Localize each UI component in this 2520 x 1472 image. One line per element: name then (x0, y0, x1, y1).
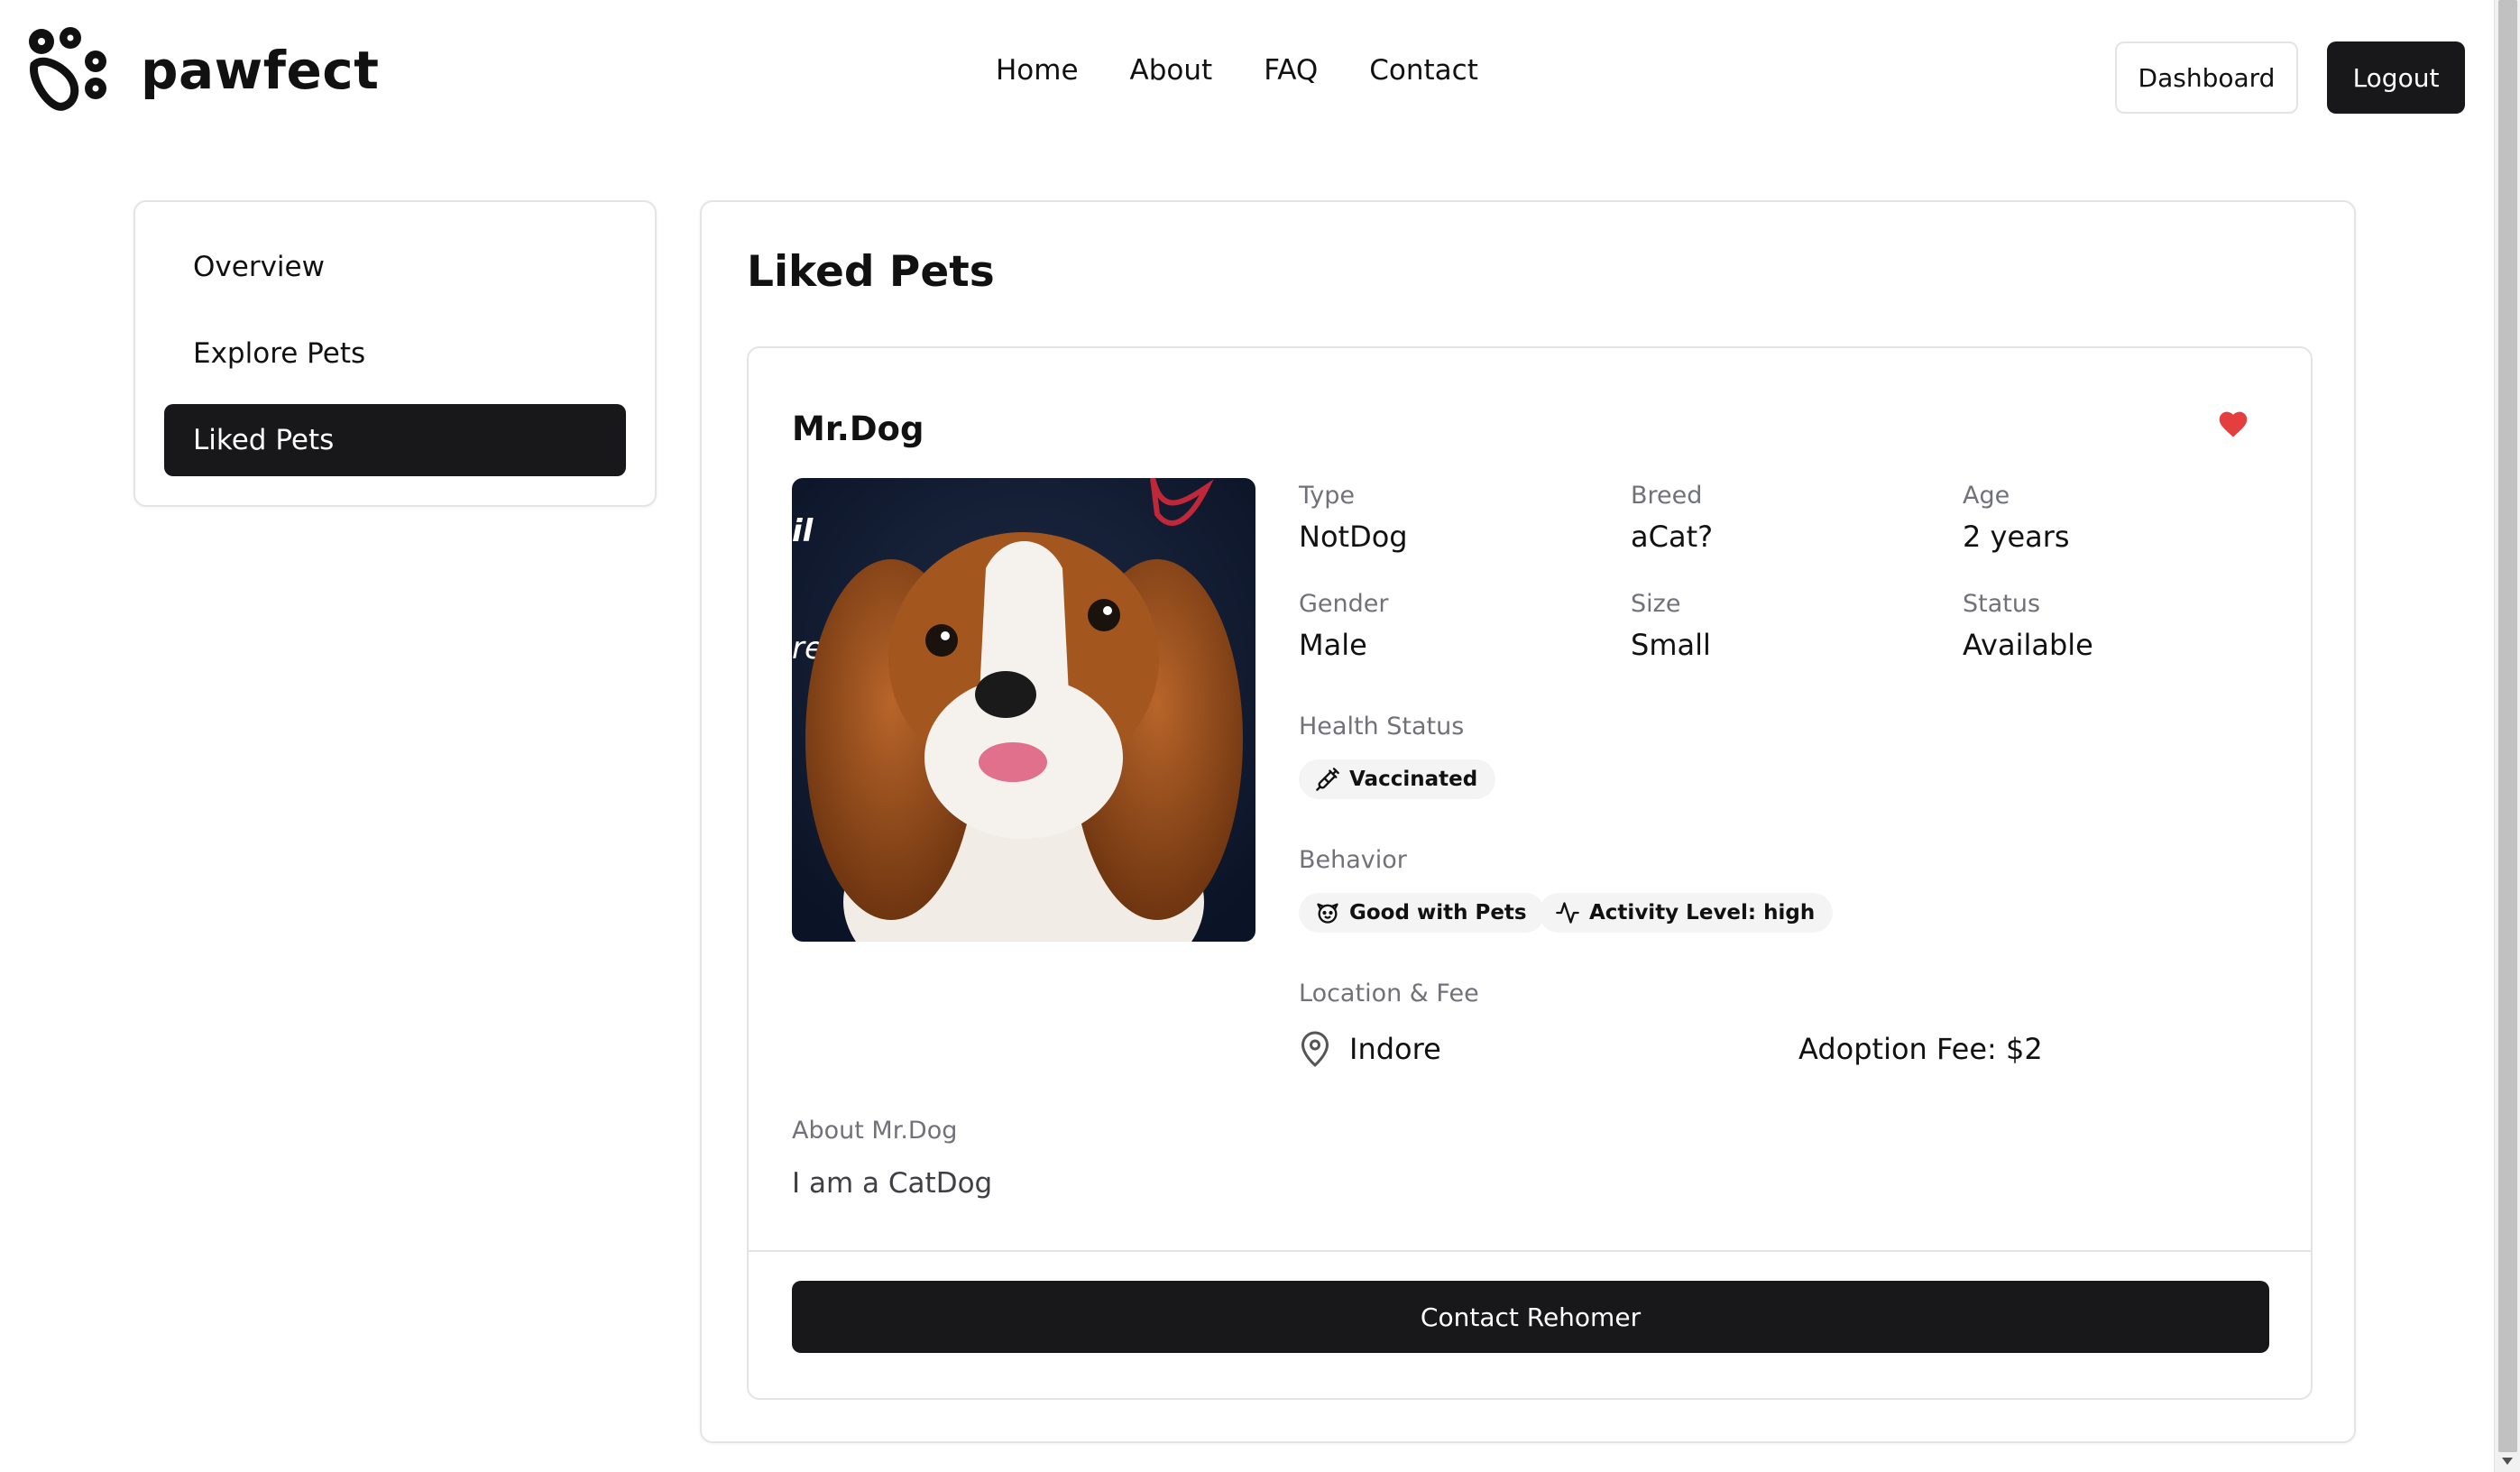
pet-name: Mr.Dog (792, 409, 924, 448)
sidebar-item-overview[interactable]: Overview (164, 231, 626, 303)
age-label: Age (1963, 482, 2010, 510)
scroll-down-icon[interactable] (2502, 1458, 2513, 1465)
behavior-label: Behavior (1299, 846, 1407, 874)
syringe-icon (1316, 768, 1339, 791)
type-label: Type (1299, 482, 1356, 510)
pet-photo: il ree (792, 478, 1255, 942)
good-with-pets-badge: Good with Pets (1299, 893, 1545, 933)
top-header: pawfect Home About FAQ Contact Dashboard… (0, 0, 2494, 153)
activity-level-badge-label: Activity Level: high (1589, 901, 1816, 925)
main-nav: Home About FAQ Contact (996, 54, 1530, 87)
health-status-label: Health Status (1299, 713, 1465, 741)
paw-logo-icon (29, 27, 106, 111)
location-fee-label: Location & Fee (1299, 980, 1479, 1007)
main-panel: Liked Pets Mr.Dog il ree Type NotDog Bre… (700, 200, 2356, 1443)
pet-card: Mr.Dog il ree Type NotDog Breed aCat? Ag… (747, 346, 2313, 1400)
page-title: Liked Pets (747, 247, 995, 297)
status-label: Status (1963, 590, 2041, 618)
about-text: I am a CatDog (792, 1167, 993, 1200)
sidebar: Overview Explore Pets Liked Pets (133, 200, 657, 507)
contact-rehomer-button[interactable]: Contact Rehomer (792, 1281, 2269, 1353)
map-pin-icon (1301, 1031, 1329, 1067)
nav-about[interactable]: About (1130, 54, 1213, 87)
sidebar-item-explore-pets[interactable]: Explore Pets (164, 317, 626, 390)
type-value: NotDog (1299, 520, 1408, 554)
vertical-scrollbar[interactable] (2494, 0, 2520, 1472)
location: Indore (1299, 1030, 1441, 1068)
breed-value: aCat? (1631, 520, 1714, 554)
heart-icon[interactable] (2217, 409, 2249, 438)
breed-label: Breed (1631, 482, 1703, 510)
size-label: Size (1631, 590, 1681, 618)
about-label: About Mr.Dog (792, 1117, 958, 1145)
brand-name: pawfect (141, 40, 380, 101)
sidebar-item-liked-pets[interactable]: Liked Pets (164, 404, 626, 476)
location-value: Indore (1349, 1032, 1441, 1066)
good-with-pets-badge-label: Good with Pets (1349, 901, 1527, 925)
nav-home[interactable]: Home (996, 54, 1079, 87)
svg-text:il: il (792, 513, 814, 549)
nav-contact[interactable]: Contact (1369, 54, 1478, 87)
age-value: 2 years (1963, 520, 2070, 554)
vaccinated-badge-label: Vaccinated (1349, 768, 1478, 791)
gender-label: Gender (1299, 590, 1389, 618)
vaccinated-badge: Vaccinated (1299, 759, 1496, 799)
activity-icon (1556, 902, 1579, 924)
card-divider (749, 1250, 2311, 1252)
dog-face-icon (1317, 903, 1338, 924)
status-value: Available (1963, 628, 2093, 662)
scrollbar-thumb[interactable] (2498, 0, 2517, 1452)
logout-button[interactable]: Logout (2327, 41, 2465, 114)
dashboard-button[interactable]: Dashboard (2115, 41, 2298, 114)
gender-value: Male (1299, 628, 1367, 662)
nav-faq[interactable]: FAQ (1264, 54, 1318, 87)
adoption-fee: Adoption Fee: $2 (1798, 1032, 2043, 1066)
brand-logo[interactable]: pawfect (25, 25, 379, 112)
size-value: Small (1631, 628, 1711, 662)
activity-level-badge: Activity Level: high (1539, 893, 1834, 933)
